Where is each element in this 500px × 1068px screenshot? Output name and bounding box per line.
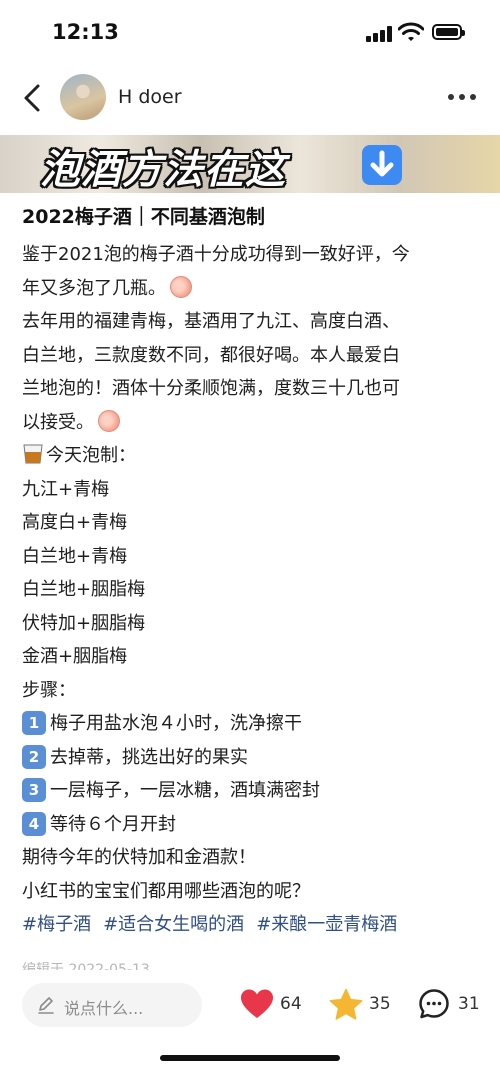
step-item: 3 一层梅子，一层冰糖，酒填满密封 [22, 774, 480, 808]
home-indicator [160, 1055, 340, 1061]
number-3-icon: 3 [22, 778, 46, 802]
more-options-icon[interactable] [448, 94, 478, 102]
peach-emoji-icon [98, 409, 120, 432]
comment-bubble-icon [419, 989, 449, 1019]
post-header: H doer [0, 66, 500, 130]
combo-item: 白兰地+胭脂梅 [22, 579, 146, 600]
pencil-icon [38, 997, 54, 1014]
body-line: 去年用的福建青梅，基酒用了九江、高度白酒、 [22, 311, 400, 332]
body-line: 白兰地，三款度数不同，都很好喝。本人最爱白 [22, 344, 400, 366]
steps-label: 步骤： [22, 679, 76, 701]
post-title: 2022梅子酒｜不同基酒泡制 [22, 206, 265, 228]
down-arrow-icon [362, 145, 402, 185]
number-4-icon: 4 [22, 811, 46, 836]
edit-date: 编辑于 2022-05-13 [22, 962, 150, 970]
star-icon [329, 988, 363, 1020]
combo-item: 白兰地+青梅 [22, 545, 128, 567]
hashtag-link[interactable]: #适合女生喝的酒 [103, 914, 244, 935]
number-2-icon: 2 [22, 744, 46, 769]
like-count: 64 [280, 994, 302, 1014]
like-button[interactable]: 64 [240, 988, 310, 1022]
signal-icon [366, 26, 392, 42]
body-line: 以接受。 [22, 406, 480, 440]
heart-icon [241, 989, 273, 1018]
closing-line: 期待今年的伏特加和金酒款！ [22, 847, 256, 868]
wifi-icon [398, 22, 424, 41]
hashtag-link[interactable]: #来酿一壶青梅酒 [256, 914, 397, 935]
hashtag-link[interactable]: #梅子酒 [22, 914, 91, 935]
comment-button[interactable]: 31 [418, 988, 488, 1022]
comment-placeholder: 说点什么... [64, 999, 144, 1018]
number-1-icon: 1 [22, 711, 46, 735]
step-item: 2 去掉蒂，挑选出好的果实 [22, 741, 480, 775]
cover-image-banner[interactable]: 泡酒方法在这 [0, 135, 500, 193]
body-line: 鉴于2021泡的梅子酒十分成功得到一致好评，今 [22, 244, 410, 265]
favorite-button[interactable]: 35 [329, 988, 399, 1022]
comment-count: 31 [458, 994, 480, 1014]
status-time: 12:13 [52, 20, 119, 44]
closing-line: 小红书的宝宝们都用哪些酒泡的呢？ [22, 880, 310, 902]
combo-item: 伏特加+胭脂梅 [22, 612, 146, 634]
status-bar: 12:13 [0, 0, 500, 60]
bottom-action-bar: 说点什么... 64 35 31 [0, 970, 500, 1040]
back-arrow-icon[interactable] [18, 80, 48, 116]
step-item: 1 梅子用盐水泡４小时，洗净擦干 [22, 707, 480, 741]
combo-item: 九江+青梅 [22, 478, 110, 500]
tag-list: #梅子酒 #适合女生喝的酒 #来酿一壶青梅酒 [22, 908, 480, 942]
combo-item: 金酒+胭脂梅 [22, 646, 128, 667]
whisky-glass-icon [23, 444, 43, 464]
body-line: 年又多泡了几瓶。 [22, 272, 480, 306]
author-name[interactable]: H doer [118, 86, 182, 108]
peach-emoji-icon [170, 275, 192, 298]
comment-input[interactable]: 说点什么... [22, 983, 202, 1027]
author-avatar[interactable] [60, 74, 106, 120]
today-label-line: 今天泡制： [22, 439, 480, 473]
step-item: 4 等待６个月开封 [22, 808, 480, 842]
battery-icon [432, 24, 465, 40]
combo-item: 高度白+青梅 [22, 512, 128, 533]
post-body: 鉴于2021泡的梅子酒十分成功得到一致好评，今 年又多泡了几瓶。 去年用的福建青… [22, 238, 480, 942]
banner-title: 泡酒方法在这 [40, 147, 286, 193]
body-line: 兰地泡的！酒体十分柔顺饱满，度数三十几也可 [22, 378, 400, 399]
favorite-count: 35 [369, 994, 391, 1014]
